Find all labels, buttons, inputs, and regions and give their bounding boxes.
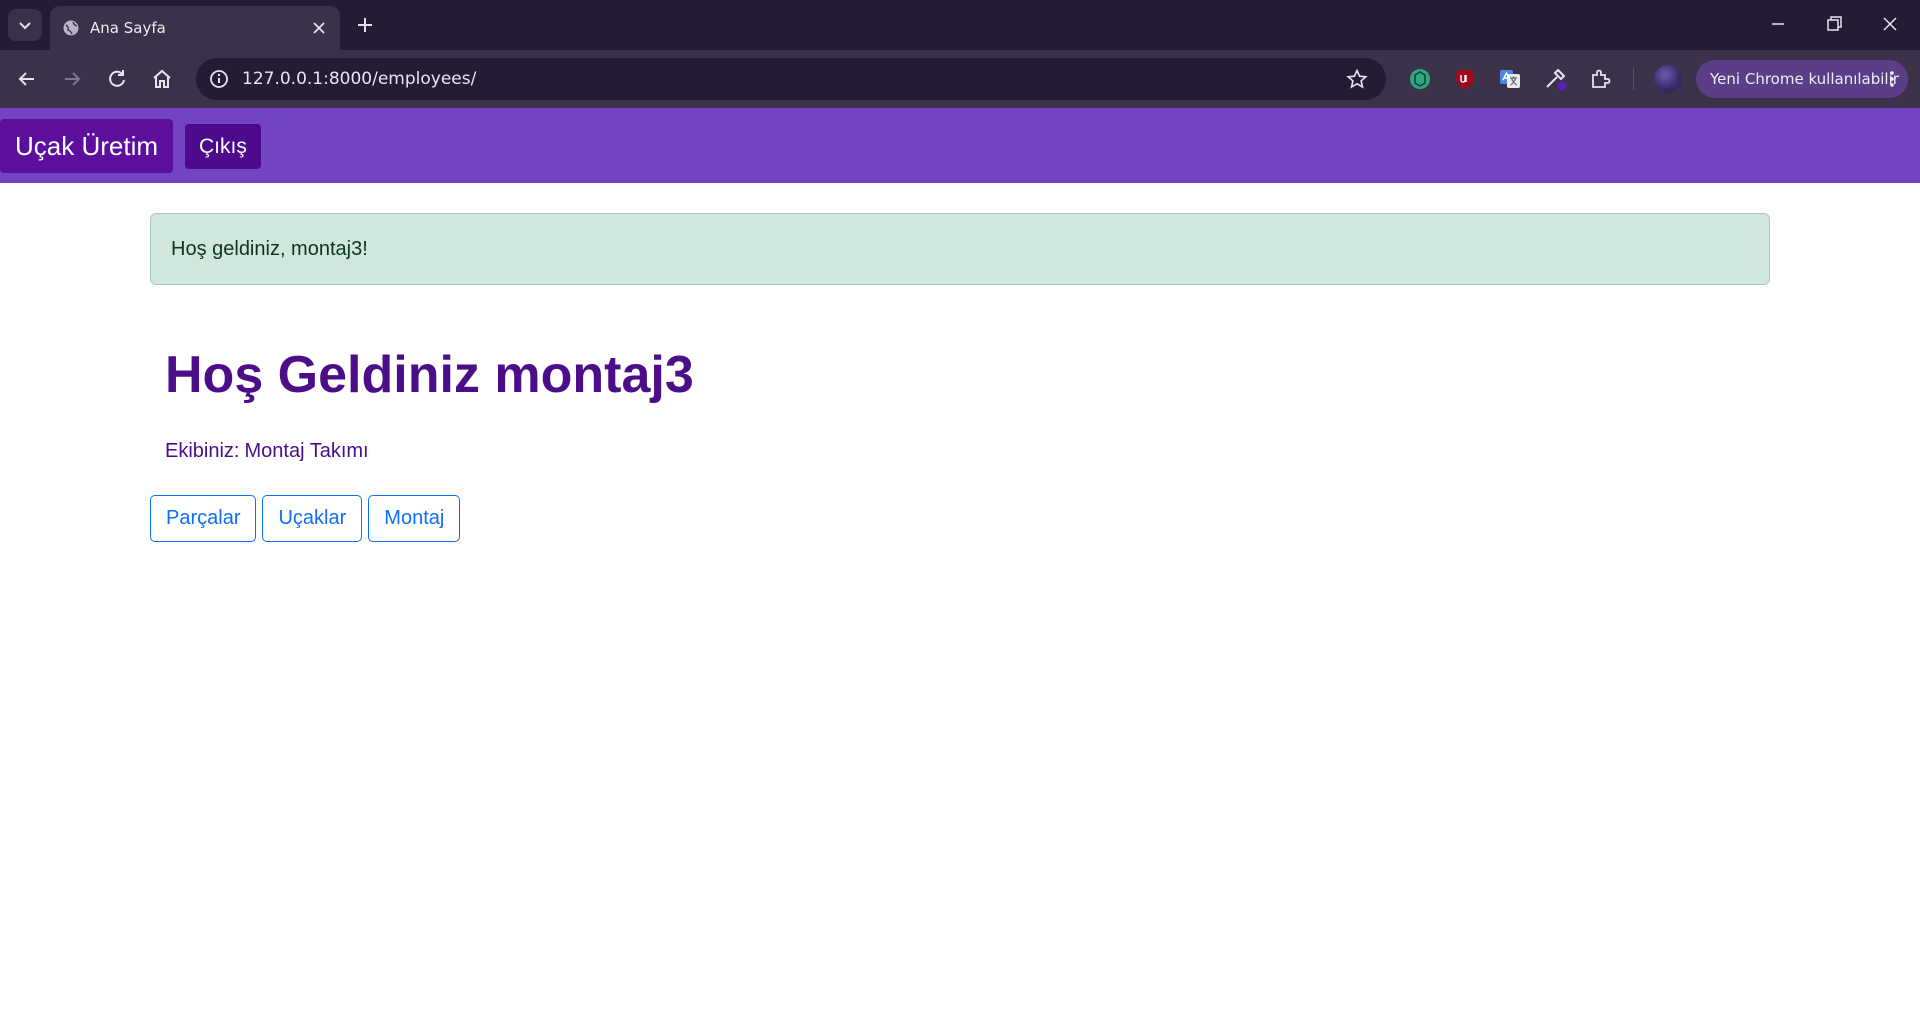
bookmark-star-icon[interactable]: [1346, 68, 1368, 90]
aircraft-button[interactable]: Uçaklar: [262, 495, 363, 542]
home-icon[interactable]: [149, 66, 175, 92]
logout-button[interactable]: Çıkış: [185, 124, 261, 169]
reload-icon[interactable]: [104, 66, 130, 92]
tab-title: Ana Sayfa: [90, 19, 166, 37]
chevron-down-icon: [19, 22, 31, 30]
welcome-alert: Hoş geldiniz, montaj3!: [150, 213, 1770, 285]
chatgpt-extension-icon[interactable]: [1408, 67, 1432, 91]
minimize-icon[interactable]: [1766, 12, 1790, 36]
window-close-icon[interactable]: [1878, 12, 1902, 36]
chrome-update-label: Yeni Chrome kullanılabilir: [1710, 70, 1899, 88]
toolbar-separator: [1633, 68, 1634, 90]
brand-link[interactable]: Uçak Üretim: [0, 119, 174, 173]
profile-avatar[interactable]: [1654, 65, 1682, 93]
new-tab-icon[interactable]: [354, 14, 376, 36]
url-text: 127.0.0.1:8000/employees/: [242, 69, 477, 89]
tab-search-button[interactable]: [8, 9, 42, 41]
page-title: Hoş Geldiniz montaj3: [165, 346, 694, 404]
action-buttons: Parçalar Uçaklar Montaj: [150, 495, 461, 542]
browser-tab-bar: Ana Sayfa: [0, 0, 1920, 50]
forward-arrow-icon[interactable]: [59, 66, 85, 92]
extensions-puzzle-icon[interactable]: [1588, 67, 1612, 91]
globe-icon: [63, 20, 79, 36]
ublock-extension-icon[interactable]: [1453, 67, 1477, 91]
team-label: Ekibiniz:: [165, 440, 240, 462]
back-arrow-icon[interactable]: [14, 66, 40, 92]
browser-tab-active[interactable]: Ana Sayfa: [50, 6, 340, 50]
address-bar[interactable]: 127.0.0.1:8000/employees/: [196, 58, 1386, 100]
translate-extension-icon[interactable]: [1498, 67, 1522, 91]
close-icon[interactable]: [310, 19, 328, 37]
parts-button[interactable]: Parçalar: [150, 495, 257, 542]
site-info-icon[interactable]: [208, 68, 230, 90]
kebab-menu-icon[interactable]: [1882, 69, 1902, 89]
site-navbar: Uçak Üretim Çıkış: [0, 108, 1920, 183]
chrome-update-button[interactable]: Yeni Chrome kullanılabilir: [1696, 60, 1908, 98]
color-picker-extension-icon[interactable]: [1543, 67, 1567, 91]
team-info: Ekibiniz: Montaj Takımı: [165, 440, 369, 463]
restore-icon[interactable]: [1822, 12, 1846, 36]
browser-toolbar: 127.0.0.1:8000/employees/ Yeni Chrome ku…: [0, 50, 1920, 108]
assembly-button[interactable]: Montaj: [368, 495, 461, 542]
team-name: Montaj Takımı: [244, 440, 369, 462]
